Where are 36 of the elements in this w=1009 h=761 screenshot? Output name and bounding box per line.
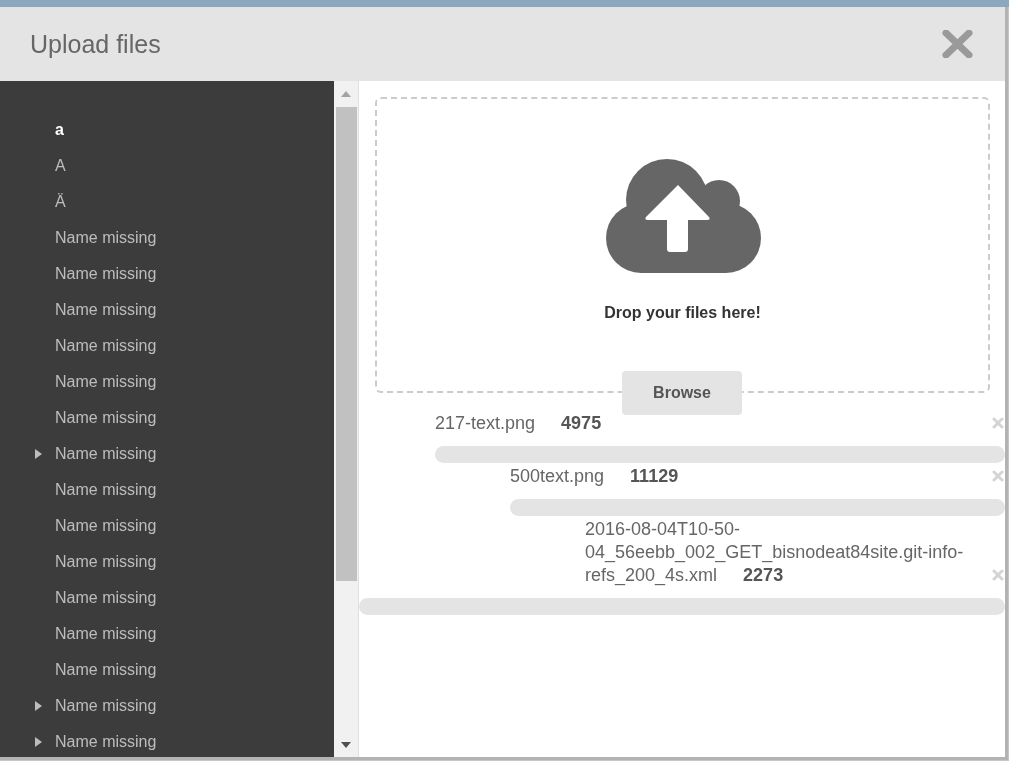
- tree-item[interactable]: Name missing: [0, 728, 157, 756]
- cloud-upload-icon: [604, 158, 761, 273]
- tree-item[interactable]: Name missing: [0, 296, 157, 324]
- tree-item[interactable]: a: [0, 116, 64, 144]
- drop-prompt: Drop your files here!: [604, 303, 761, 323]
- tree-item[interactable]: Name missing: [0, 440, 157, 468]
- file-info: 217-text.png 4975: [435, 412, 602, 435]
- dialog-title: Upload files: [30, 29, 161, 59]
- tree-item[interactable]: Name missing: [0, 584, 157, 612]
- tree-item[interactable]: Name missing: [0, 512, 157, 540]
- tree-item[interactable]: Name missing: [0, 368, 157, 396]
- tree-item[interactable]: A: [0, 152, 66, 180]
- caret-icon[interactable]: [35, 737, 42, 747]
- scrollbar[interactable]: [334, 81, 359, 757]
- tree-item[interactable]: Name missing: [0, 332, 157, 360]
- browse-button[interactable]: Browse: [622, 371, 742, 415]
- tree-item[interactable]: Ä: [0, 188, 66, 216]
- tree-item[interactable]: Name missing: [0, 692, 157, 720]
- tree-item[interactable]: Name missing: [0, 260, 157, 288]
- tree-item[interactable]: Name missing: [0, 548, 157, 576]
- remove-icon[interactable]: [992, 417, 1004, 429]
- remove-icon[interactable]: [992, 470, 1004, 482]
- caret-icon[interactable]: [35, 701, 42, 711]
- remove-icon[interactable]: [992, 569, 1004, 581]
- tree-item[interactable]: Name missing: [0, 656, 157, 684]
- scrollbar-thumb[interactable]: [336, 107, 357, 581]
- caret-icon[interactable]: [35, 449, 42, 459]
- tree-item[interactable]: Name missing: [0, 476, 157, 504]
- tree-item[interactable]: Name missing: [0, 224, 157, 252]
- file-info: 500text.png 11129: [510, 465, 679, 488]
- scroll-up-icon[interactable]: [341, 91, 351, 97]
- tree-item[interactable]: Name missing: [0, 620, 157, 648]
- file-info: 2016-08-04T10-50-04_56eebb_002_GET_bisnodeat84site.git-info-refs_200_4s.xml 2273: [585, 518, 965, 587]
- close-icon[interactable]: [942, 30, 973, 58]
- tree-item[interactable]: Name missing: [0, 404, 157, 432]
- scroll-down-icon[interactable]: [341, 742, 351, 748]
